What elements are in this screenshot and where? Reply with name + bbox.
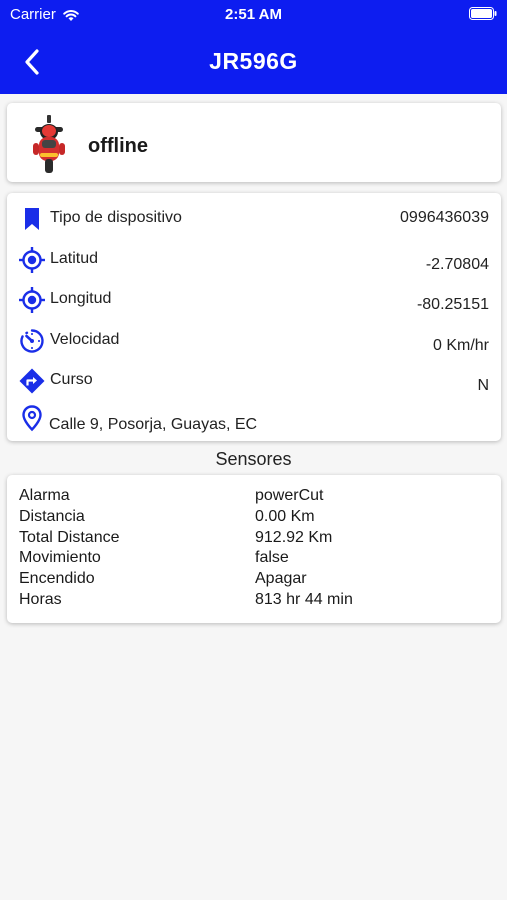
info-label: Curso: [50, 371, 93, 388]
sensor-label: Distancia: [19, 508, 85, 525]
sensor-value: 0.00 Km: [255, 508, 315, 525]
info-row-longitude: Longitud -80.25151: [7, 280, 501, 320]
sensor-row: Movimiento false: [7, 549, 501, 570]
sensor-value: 912.92 Km: [255, 529, 333, 546]
sensor-label: Total Distance: [19, 529, 120, 546]
sensor-row: Alarma powerCut: [7, 487, 501, 508]
location-pin-icon: [22, 405, 42, 432]
address-text: Calle 9, Posorja, Guayas, EC: [49, 416, 258, 433]
info-label: Longitud: [50, 290, 112, 307]
info-label: Tipo de dispositivo: [50, 209, 182, 226]
sensor-label: Horas: [19, 591, 62, 608]
speedometer-icon: [20, 329, 44, 353]
sensor-label: Movimiento: [19, 549, 101, 566]
sensor-value: powerCut: [255, 487, 324, 504]
info-value: -80.25151: [416, 296, 489, 313]
status-bar: Carrier 2:51 AM: [0, 0, 507, 28]
info-row-course: Curso N: [7, 361, 501, 401]
info-label: Velocidad: [50, 331, 120, 348]
sensors-title: Sensores: [215, 449, 292, 469]
sensor-row: Distancia 0.00 Km: [7, 508, 501, 529]
sensor-row: Total Distance 912.92 Km: [7, 529, 501, 550]
crosshair-icon: [19, 247, 45, 273]
info-value: -2.70804: [425, 256, 489, 273]
battery-icon: [469, 7, 497, 20]
sensor-row: Encendido Apagar: [7, 570, 501, 591]
page-title: JR596G: [209, 48, 298, 74]
info-value: N: [477, 377, 489, 394]
device-status-card: offline: [7, 103, 501, 182]
info-label: Latitud: [50, 250, 99, 267]
sensor-value: false: [255, 549, 289, 566]
sensor-value: 813 hr 44 min: [255, 591, 353, 608]
nav-bar: JR596G: [0, 40, 507, 84]
sensors-card: Alarma powerCut Distancia 0.00 Km Total …: [7, 475, 501, 623]
app-header: Carrier 2:51 AM JR596G: [0, 0, 507, 94]
sensor-row: Horas 813 hr 44 min: [7, 591, 501, 612]
status-time: 2:51 AM: [225, 6, 282, 23]
info-row-address: Calle 9, Posorja, Guayas, EC: [7, 402, 501, 442]
direction-icon: [19, 368, 45, 394]
device-info-card: Tipo de dispositivo 0996436039 Latitud -…: [7, 193, 501, 441]
sensor-label: Encendido: [19, 570, 95, 587]
sensor-value: Apagar: [255, 570, 307, 587]
motorcycle-icon: [33, 115, 65, 173]
info-value: 0996436039: [400, 209, 489, 226]
info-value: 0 Km/hr: [432, 337, 489, 354]
info-row-device-type: Tipo de dispositivo 0996436039: [7, 199, 501, 239]
device-status: offline: [88, 135, 148, 157]
crosshair-icon: [19, 287, 45, 313]
info-row-speed: Velocidad 0 Km/hr: [7, 321, 501, 361]
info-row-latitude: Latitud -2.70804: [7, 240, 501, 280]
bookmark-icon: [25, 208, 39, 230]
sensor-label: Alarma: [19, 487, 70, 504]
